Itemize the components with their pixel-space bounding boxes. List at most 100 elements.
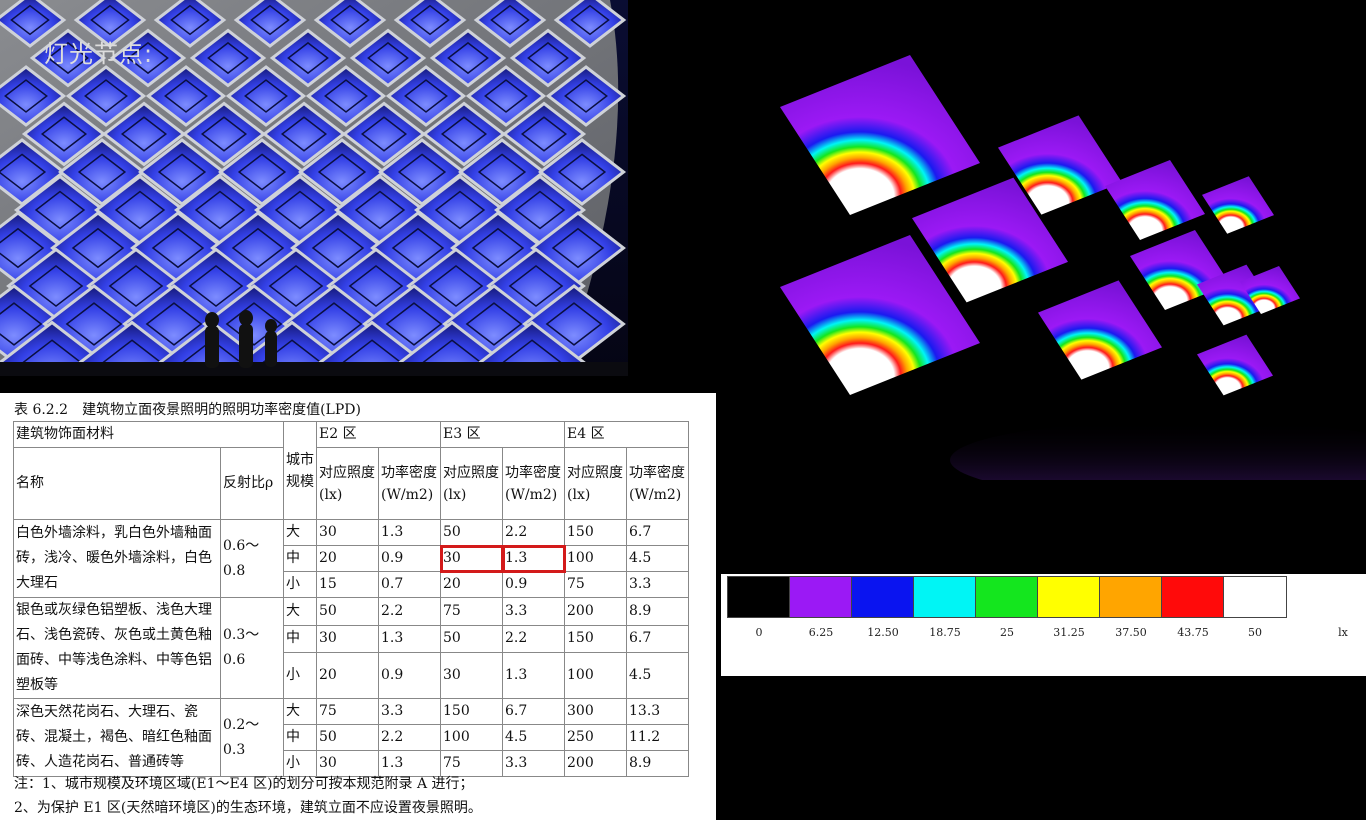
value-cell: 30 (440, 652, 503, 699)
value-cell: 30 (316, 519, 379, 546)
zone-e3-header: E3 区 (440, 421, 565, 448)
value-cell: 100 (440, 724, 503, 751)
value-cell: 6.7 (626, 519, 689, 546)
lpd-table-panel: 表 6.2.2 建筑物立面夜景照明的照明功率密度值(LPD) 建筑物饰面材料 城… (0, 393, 716, 820)
reflectance-cell: 0.3～0.6 (220, 597, 284, 699)
legend-swatch (1161, 576, 1225, 618)
city-scale-cell: 大 (283, 519, 317, 546)
table-row: 银色或灰绿色铝塑板、浅色大理石、浅色瓷砖、灰色或土黄色釉面砖、中等浅色涂料、中等… (13, 597, 689, 699)
legend-label: 37.50 (1115, 626, 1147, 639)
illuminance-simulation (760, 40, 1366, 480)
value-cell: 4.5 (626, 652, 689, 699)
legend-label: 12.50 (867, 626, 899, 639)
legend-label: 0 (755, 626, 763, 639)
value-cell: 200 (564, 597, 627, 626)
legend-swatch (1099, 576, 1163, 618)
value-cell: 20 (316, 652, 379, 699)
value-cell: 200 (564, 750, 627, 777)
value-cell: 1.3 (378, 624, 441, 653)
highlighted-value-cell: 1.3 (501, 544, 566, 573)
zone-e2-header: E2 区 (316, 421, 441, 448)
value-cell: 150 (440, 698, 503, 725)
value-cell: 0.9 (502, 571, 565, 598)
zone-e4-header: E4 区 (564, 421, 689, 448)
legend-label: 50 (1248, 626, 1262, 639)
legend-swatch (789, 576, 853, 618)
value-cell: 2.2 (502, 519, 565, 546)
value-cell: 1.3 (502, 652, 565, 699)
value-cell: 1.3 (378, 519, 441, 546)
legend-label: 31.25 (1053, 626, 1085, 639)
lpd-table: 建筑物饰面材料 城市规模 E2 区 E3 区 E4 区 名称 反射比ρ 对应照度… (13, 421, 689, 777)
value-cell: 4.5 (502, 724, 565, 751)
power-density-header: 功率密度(W/m2) (502, 447, 565, 520)
legend-swatch (1223, 576, 1287, 618)
material-cell: 银色或灰绿色铝塑板、浅色大理石、浅色瓷砖、灰色或土黄色釉面砖、中等浅色涂料、中等… (13, 597, 221, 699)
value-cell: 4.5 (626, 545, 689, 572)
value-cell: 150 (564, 519, 627, 546)
value-cell: 100 (564, 652, 627, 699)
illuminance-header: 对应照度(lx) (440, 447, 503, 520)
legend-label: 25 (1000, 626, 1014, 639)
reflectance-cell: 0.2～0.3 (220, 698, 284, 777)
legend-label: 43.75 (1177, 626, 1209, 639)
material-cell: 深色天然花岗石、大理石、瓷砖、混凝土，褐色、暗红色釉面砖、人造花岗石、普通砖等 (13, 698, 221, 777)
table-note-1: 注：1、城市规模及环境区域(E1～E4 区)的划分可按本规范附录 A 进行； (14, 776, 474, 792)
value-cell: 50 (316, 597, 379, 626)
value-cell: 3.3 (626, 571, 689, 598)
value-cell: 150 (564, 624, 627, 653)
illuminance-header: 对应照度(lx) (316, 447, 379, 520)
city-scale-cell: 大 (283, 597, 317, 626)
value-cell: 6.7 (502, 698, 565, 725)
value-cell: 50 (316, 724, 379, 751)
reflectance-cell: 0.6～0.8 (220, 519, 284, 598)
legend-label: 18.75 (929, 626, 961, 639)
legend-swatch (1037, 576, 1101, 618)
city-scale-cell: 小 (283, 652, 317, 699)
value-cell: 6.7 (626, 624, 689, 653)
power-density-header: 功率密度(W/m2) (626, 447, 689, 520)
city-scale-cell: 中 (283, 545, 317, 572)
material-cell: 白色外墙涂料，乳白色外墙釉面砖，浅冷、暖色外墙涂料，白色大理石 (13, 519, 221, 598)
table-row: 白色外墙涂料，乳白色外墙釉面砖，浅冷、暖色外墙涂料，白色大理石 0.6～0.8 大 3… (13, 519, 689, 598)
table-note-2: 2、为保护 E1 区(天然暗环境区)的生态环境，建筑立面不应设置夜景照明。 (14, 800, 482, 816)
value-cell: 13.3 (626, 698, 689, 725)
illuminance-legend: 0 6.25 12.50 18.75 25 31.25 37.50 43.75 50 lx (721, 574, 1366, 676)
value-cell: 20 (440, 571, 503, 598)
city-scale-cell: 中 (283, 724, 317, 751)
value-cell: 0.9 (378, 545, 441, 572)
value-cell: 3.3 (378, 698, 441, 725)
value-cell: 20 (316, 545, 379, 572)
value-cell: 15 (316, 571, 379, 598)
value-cell: 2.2 (378, 724, 441, 751)
illuminance-header: 对应照度(lx) (564, 447, 627, 520)
legend-swatch (913, 576, 977, 618)
value-cell: 75 (564, 571, 627, 598)
value-cell: 75 (440, 597, 503, 626)
city-scale-cell: 大 (283, 698, 317, 725)
city-scale-cell: 中 (283, 624, 317, 653)
table-caption: 表 6.2.2 建筑物立面夜景照明的照明功率密度值(LPD) (14, 402, 361, 418)
value-cell: 50 (440, 519, 503, 546)
value-cell: 8.9 (626, 597, 689, 626)
legend-swatch (851, 576, 915, 618)
value-cell: 75 (316, 698, 379, 725)
value-cell: 2.2 (502, 624, 565, 653)
table-row: 深色天然花岗石、大理石、瓷砖、混凝土，褐色、暗红色釉面砖、人造花岗石、普通砖等 0… (13, 698, 689, 777)
value-cell: 100 (564, 545, 627, 572)
highlighted-value-cell: 30 (439, 544, 504, 573)
facade-title: 灯光节点: (44, 40, 154, 68)
value-cell: 50 (440, 624, 503, 653)
value-cell: 250 (564, 724, 627, 751)
value-cell: 8.9 (626, 750, 689, 777)
value-cell: 30 (316, 624, 379, 653)
legend-label: 6.25 (808, 626, 834, 639)
legend-swatch (727, 576, 791, 618)
city-scale-header: 城市规模 (283, 421, 317, 520)
name-header: 名称 (13, 447, 221, 520)
legend-swatch (975, 576, 1039, 618)
value-cell: 2.2 (378, 597, 441, 626)
material-group-header: 建筑物饰面材料 (13, 421, 284, 448)
reflectance-header: 反射比ρ (220, 447, 284, 520)
value-cell: 3.3 (502, 750, 565, 777)
